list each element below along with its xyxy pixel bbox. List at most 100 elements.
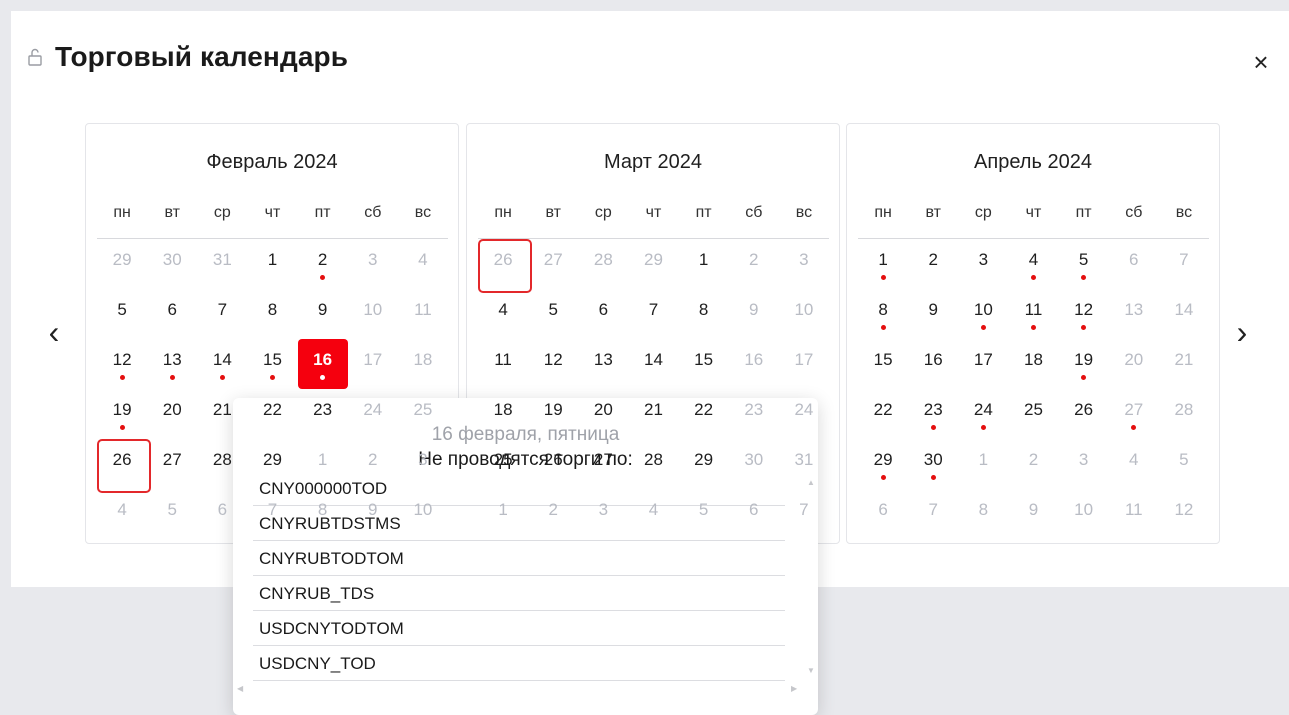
calendar-day[interactable]: 28 [578, 239, 628, 289]
calendar-day[interactable]: 7 [197, 289, 247, 339]
calendar-day[interactable]: 30 [147, 239, 197, 289]
close-icon[interactable]: × [1249, 49, 1273, 75]
calendar-day[interactable]: 8 [858, 289, 908, 339]
calendar-day[interactable]: 15 [247, 339, 297, 389]
calendar-day[interactable]: 1 [858, 239, 908, 289]
scroll-right-icon[interactable]: ▶ [791, 684, 797, 693]
calendar-day[interactable]: 5 [1059, 239, 1109, 289]
calendar-day[interactable]: 4 [398, 239, 448, 289]
calendar-day[interactable]: 19 [97, 389, 147, 439]
calendar-day[interactable]: 1 [679, 239, 729, 289]
chevron-right-icon[interactable]: › [1230, 316, 1254, 348]
calendar-day[interactable]: 29 [97, 239, 147, 289]
calendar-day[interactable]: 23 [908, 389, 958, 439]
calendar-day[interactable]: 4 [1109, 439, 1159, 489]
calendar-day[interactable]: 7 [1159, 239, 1209, 289]
calendar-day[interactable]: 8 [958, 489, 1008, 539]
calendar-day[interactable]: 13 [1109, 289, 1159, 339]
calendar-day[interactable]: 4 [97, 489, 147, 539]
calendar-day[interactable]: 15 [679, 339, 729, 389]
calendar-day[interactable]: 10 [779, 289, 829, 339]
calendar-day[interactable]: 25 [1008, 389, 1058, 439]
no-trading-marker [269, 375, 275, 380]
calendar-day[interactable]: 2 [298, 239, 348, 289]
calendar-day[interactable]: 6 [1109, 239, 1159, 289]
calendar-day[interactable]: 17 [958, 339, 1008, 389]
calendar-day[interactable]: 5 [147, 489, 197, 539]
calendar-day[interactable]: 28 [1159, 389, 1209, 439]
calendar-day[interactable]: 21 [1159, 339, 1209, 389]
calendar-day[interactable]: 27 [1109, 389, 1159, 439]
calendar-day[interactable]: 13 [147, 339, 197, 389]
calendar-day[interactable]: 12 [1159, 489, 1209, 539]
calendar-day-selected[interactable]: 16 [297, 339, 348, 389]
calendar-day[interactable]: 3 [958, 239, 1008, 289]
calendar-day[interactable]: 3 [779, 239, 829, 289]
calendar-day[interactable]: 27 [147, 439, 197, 489]
calendar-day[interactable]: 11 [398, 289, 448, 339]
calendar-day[interactable]: 1 [958, 439, 1008, 489]
calendar-day[interactable]: 9 [1008, 489, 1058, 539]
calendar-day[interactable]: 11 [1008, 289, 1058, 339]
scroll-down-icon[interactable]: ▼ [807, 666, 815, 675]
calendar-day[interactable]: 6 [858, 489, 908, 539]
calendar-day[interactable]: 17 [779, 339, 829, 389]
calendar-day[interactable]: 7 [908, 489, 958, 539]
calendar-day[interactable]: 29 [858, 439, 908, 489]
calendar-day[interactable]: 12 [97, 339, 147, 389]
calendar-day[interactable]: 10 [1059, 489, 1109, 539]
calendar-day[interactable]: 17 [348, 339, 398, 389]
calendar-day[interactable]: 18 [398, 339, 448, 389]
calendar-day[interactable]: 14 [197, 339, 247, 389]
calendar-day[interactable]: 16 [908, 339, 958, 389]
month-title: Апрель 2024 [974, 151, 1092, 173]
calendar-day[interactable]: 14 [628, 339, 678, 389]
calendar-day[interactable]: 3 [348, 239, 398, 289]
calendar-day[interactable]: 19 [1059, 339, 1109, 389]
calendar-day[interactable]: 9 [298, 289, 348, 339]
calendar-day[interactable]: 13 [578, 339, 628, 389]
calendar-day-today[interactable]: 26 [97, 439, 152, 493]
calendar-day[interactable]: 26 [1059, 389, 1109, 439]
calendar-day[interactable]: 4 [478, 289, 528, 339]
calendar-day[interactable]: 20 [1109, 339, 1159, 389]
calendar-day[interactable]: 29 [628, 239, 678, 289]
calendar-day[interactable]: 2 [1008, 439, 1058, 489]
calendar-day[interactable]: 27 [528, 239, 578, 289]
calendar-day[interactable]: 5 [97, 289, 147, 339]
calendar-day[interactable]: 5 [1159, 439, 1209, 489]
calendar-day[interactable]: 2 [729, 239, 779, 289]
calendar-day[interactable]: 9 [908, 289, 958, 339]
calendar-day[interactable]: 1 [247, 239, 297, 289]
calendar-day[interactable]: 12 [1059, 289, 1109, 339]
calendar-day[interactable]: 9 [729, 289, 779, 339]
scroll-up-icon[interactable]: ▲ [807, 478, 815, 487]
calendar-day[interactable]: 14 [1159, 289, 1209, 339]
calendar-day[interactable]: 16 [729, 339, 779, 389]
calendar-day[interactable]: 6 [147, 289, 197, 339]
calendar-day[interactable]: 15 [858, 339, 908, 389]
calendar-day[interactable]: 6 [578, 289, 628, 339]
calendar-day[interactable]: 11 [478, 339, 528, 389]
calendar-day[interactable]: 11 [1109, 489, 1159, 539]
calendar-day[interactable]: 22 [858, 389, 908, 439]
calendar-day[interactable]: 18 [1008, 339, 1058, 389]
day-number: 5 [117, 300, 127, 319]
calendar-day[interactable]: 24 [958, 389, 1008, 439]
chevron-left-icon[interactable]: ‹ [42, 316, 66, 348]
calendar-day[interactable]: 12 [528, 339, 578, 389]
calendar-day[interactable]: 4 [1008, 239, 1058, 289]
scroll-left-icon[interactable]: ◀ [237, 684, 243, 693]
calendar-day[interactable]: 20 [147, 389, 197, 439]
calendar-day[interactable]: 10 [348, 289, 398, 339]
calendar-day-today[interactable]: 26 [478, 239, 533, 293]
calendar-day[interactable]: 10 [958, 289, 1008, 339]
calendar-day[interactable]: 5 [528, 289, 578, 339]
calendar-day[interactable]: 8 [679, 289, 729, 339]
calendar-day[interactable]: 8 [247, 289, 297, 339]
calendar-day[interactable]: 31 [197, 239, 247, 289]
calendar-day[interactable]: 3 [1059, 439, 1109, 489]
calendar-day[interactable]: 7 [628, 289, 678, 339]
calendar-day[interactable]: 30 [908, 439, 958, 489]
calendar-day[interactable]: 2 [908, 239, 958, 289]
